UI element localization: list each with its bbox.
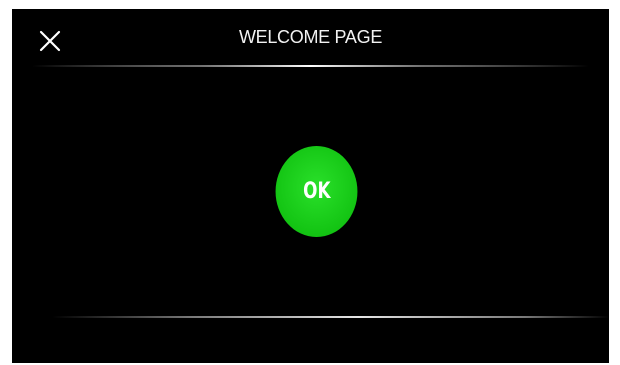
page-title: WELCOME PAGE <box>238 27 383 47</box>
footer-divider <box>52 316 609 318</box>
welcome-screen: WELCOME PAGE OK <box>12 9 609 363</box>
header-divider-glow <box>32 64 589 119</box>
ok-button-label: OK <box>302 179 331 204</box>
ok-button[interactable]: OK <box>275 146 358 237</box>
